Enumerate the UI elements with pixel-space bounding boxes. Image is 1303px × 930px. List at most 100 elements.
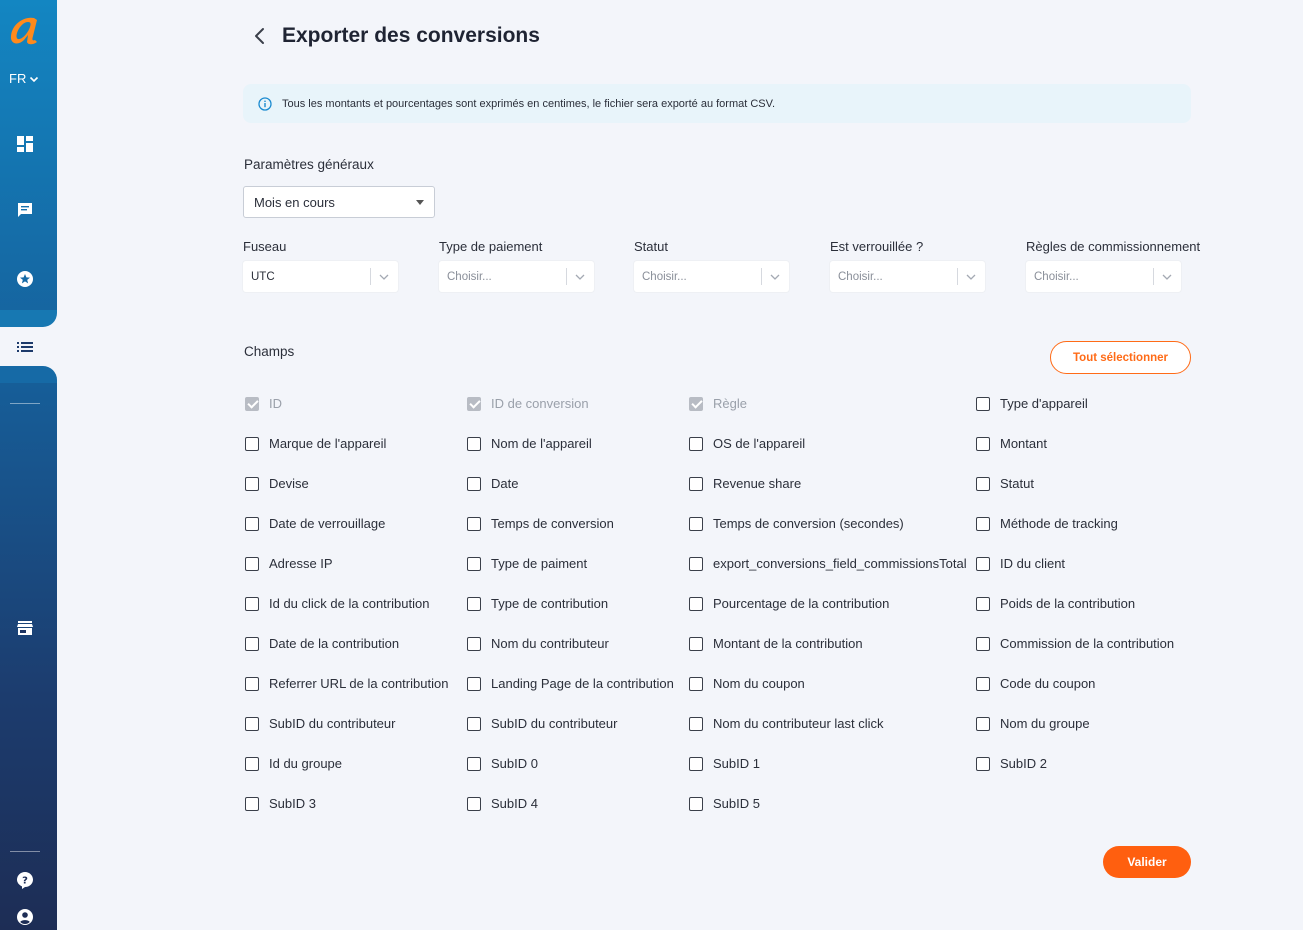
period-select[interactable]: Mois en cours (243, 186, 435, 218)
field-checkbox-item[interactable]: Id du click de la contribution (245, 596, 429, 611)
checkbox[interactable] (689, 556, 703, 571)
star-badge-icon[interactable] (16, 270, 34, 288)
checkbox[interactable] (467, 436, 481, 451)
help-icon[interactable]: ? (16, 871, 34, 889)
back-arrow-icon[interactable] (250, 26, 270, 46)
checkbox[interactable] (245, 516, 259, 531)
checkbox[interactable] (689, 476, 703, 491)
field-checkbox-item[interactable]: SubID 0 (467, 756, 538, 771)
checkbox[interactable] (976, 516, 990, 531)
field-checkbox-item[interactable]: Méthode de tracking (976, 516, 1118, 531)
checkbox[interactable] (467, 716, 481, 731)
field-checkbox-item[interactable]: SubID 3 (245, 796, 316, 811)
checkbox[interactable] (689, 516, 703, 531)
field-checkbox-item[interactable]: Date de verrouillage (245, 516, 385, 531)
checkbox[interactable] (689, 716, 703, 731)
checkbox[interactable] (245, 796, 259, 811)
field-checkbox-item[interactable]: Marque de l'appareil (245, 436, 386, 451)
checkbox[interactable] (467, 796, 481, 811)
field-checkbox-item[interactable]: Montant (976, 436, 1047, 451)
field-checkbox-item[interactable]: SubID 2 (976, 756, 1047, 771)
checkbox[interactable] (976, 676, 990, 691)
checkbox[interactable] (976, 596, 990, 611)
field-checkbox-item[interactable]: Type d'appareil (976, 396, 1088, 411)
checkbox[interactable] (245, 556, 259, 571)
checkbox[interactable] (976, 716, 990, 731)
field-checkbox-item[interactable]: SubID du contributeur (245, 716, 395, 731)
sidebar-item-list[interactable] (0, 327, 57, 366)
field-checkbox-item[interactable]: ID du client (976, 556, 1065, 571)
checkbox[interactable] (245, 756, 259, 771)
field-checkbox-item[interactable]: Commission de la contribution (976, 636, 1174, 651)
field-checkbox-item[interactable]: Temps de conversion (secondes) (689, 516, 904, 531)
field-checkbox-item[interactable]: Devise (245, 476, 309, 491)
checkbox[interactable] (467, 596, 481, 611)
checkbox[interactable] (976, 756, 990, 771)
field-checkbox-item[interactable]: Type de paiment (467, 556, 587, 571)
checkbox[interactable] (689, 796, 703, 811)
checkbox[interactable] (467, 636, 481, 651)
field-checkbox-item[interactable]: Referrer URL de la contribution (245, 676, 448, 691)
field-checkbox-item[interactable]: Nom du contributeur last click (689, 716, 884, 731)
checkbox[interactable] (467, 556, 481, 571)
field-checkbox-item[interactable]: Statut (976, 476, 1034, 491)
dashboard-icon[interactable] (16, 135, 34, 153)
checkbox[interactable] (245, 676, 259, 691)
messages-icon[interactable] (16, 201, 34, 219)
field-checkbox-item[interactable]: Code du coupon (976, 676, 1095, 691)
checkbox[interactable] (245, 636, 259, 651)
field-checkbox-item[interactable]: SubID 1 (689, 756, 760, 771)
select-separator (370, 268, 371, 285)
field-checkbox-item[interactable]: Date de la contribution (245, 636, 399, 651)
filter-select[interactable]: Choisir... (830, 261, 985, 292)
field-checkbox-item[interactable]: Nom du groupe (976, 716, 1090, 731)
validate-button[interactable]: Valider (1103, 846, 1191, 878)
field-checkbox-item[interactable]: Revenue share (689, 476, 801, 491)
checkbox[interactable] (689, 436, 703, 451)
field-checkbox-item[interactable]: Adresse IP (245, 556, 333, 571)
filter-select[interactable]: Choisir... (634, 261, 789, 292)
checkbox[interactable] (976, 396, 990, 411)
field-checkbox-item[interactable]: Type de contribution (467, 596, 608, 611)
checkbox[interactable] (689, 756, 703, 771)
field-checkbox-item[interactable]: Montant de la contribution (689, 636, 863, 651)
checkbox[interactable] (976, 556, 990, 571)
language-switcher[interactable]: FR (9, 71, 39, 86)
checkbox[interactable] (467, 676, 481, 691)
checkbox[interactable] (976, 476, 990, 491)
checkbox (245, 396, 259, 411)
field-checkbox-item[interactable]: Pourcentage de la contribution (689, 596, 889, 611)
user-account-icon[interactable] (16, 908, 34, 926)
field-checkbox-item[interactable]: OS de l'appareil (689, 436, 805, 451)
field-checkbox-item[interactable]: Poids de la contribution (976, 596, 1135, 611)
field-checkbox-item[interactable]: Date (467, 476, 518, 491)
field-checkbox-item[interactable]: SubID du contributeur (467, 716, 617, 731)
checkbox[interactable] (976, 436, 990, 451)
checkbox[interactable] (689, 636, 703, 651)
checkbox[interactable] (467, 476, 481, 491)
field-checkbox-item[interactable]: Temps de conversion (467, 516, 614, 531)
field-checkbox-item[interactable]: SubID 5 (689, 796, 760, 811)
checkbox[interactable] (245, 716, 259, 731)
checkbox[interactable] (467, 756, 481, 771)
filter-select[interactable]: Choisir... (1026, 261, 1181, 292)
checkbox[interactable] (245, 596, 259, 611)
checkbox[interactable] (245, 476, 259, 491)
field-checkbox-item[interactable]: SubID 4 (467, 796, 538, 811)
checkbox[interactable] (467, 516, 481, 531)
field-checkbox-item[interactable]: Nom du coupon (689, 676, 805, 691)
field-checkbox-item[interactable]: export_conversions_field_commissionsTota… (689, 556, 967, 571)
checkbox[interactable] (689, 596, 703, 611)
checkbox[interactable] (976, 636, 990, 651)
field-checkbox-item[interactable]: Nom du contributeur (467, 636, 609, 651)
checkbox[interactable] (245, 436, 259, 451)
select-all-button[interactable]: Tout sélectionner (1050, 341, 1191, 374)
store-icon[interactable] (16, 619, 34, 637)
field-checkbox-item[interactable]: Landing Page de la contribution (467, 676, 674, 691)
brand-logo-icon[interactable] (6, 10, 46, 50)
filter-select[interactable]: UTC (243, 261, 398, 292)
checkbox[interactable] (689, 676, 703, 691)
field-checkbox-item[interactable]: Id du groupe (245, 756, 342, 771)
filter-select[interactable]: Choisir... (439, 261, 594, 292)
field-checkbox-item[interactable]: Nom de l'appareil (467, 436, 592, 451)
